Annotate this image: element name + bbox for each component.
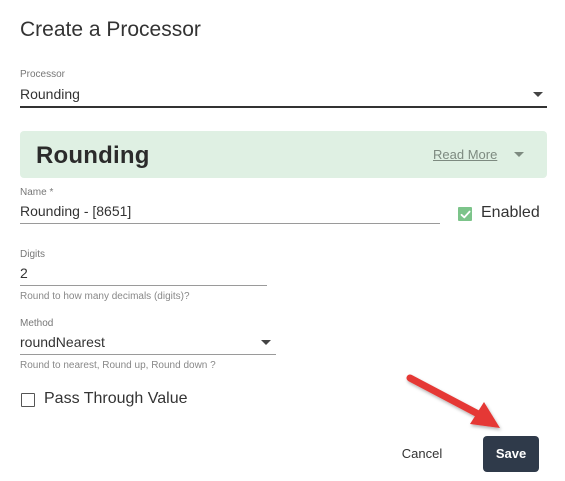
banner-title: Rounding — [36, 142, 150, 169]
name-underline — [20, 223, 440, 224]
method-value[interactable]: roundNearest — [20, 334, 105, 350]
enabled-label: Enabled — [481, 204, 540, 221]
save-button[interactable]: Save — [483, 436, 539, 472]
chevron-down-icon[interactable] — [533, 92, 543, 97]
pass-through-label: Pass Through Value — [44, 390, 188, 407]
processor-info-banner: Rounding Read More — [20, 131, 547, 178]
chevron-down-icon[interactable] — [261, 340, 271, 345]
dialog-title: Create a Processor — [20, 18, 201, 41]
check-icon — [460, 210, 471, 219]
cancel-button[interactable]: Cancel — [386, 438, 458, 470]
method-hint: Round to nearest, Round up, Round down ? — [20, 360, 216, 371]
chevron-down-icon[interactable] — [514, 152, 524, 157]
method-label: Method — [20, 318, 54, 329]
read-more-link[interactable]: Read More — [433, 147, 497, 162]
processor-underline — [20, 106, 547, 108]
arrow-pointer-icon — [406, 374, 500, 428]
processor-value[interactable]: Rounding — [20, 86, 80, 102]
enabled-checkbox[interactable] — [458, 207, 472, 221]
digits-underline — [20, 285, 267, 286]
pass-through-checkbox[interactable] — [21, 393, 35, 407]
digits-label: Digits — [20, 249, 46, 260]
digits-input[interactable]: 2 — [20, 265, 28, 281]
name-input[interactable]: Rounding - [8651] — [20, 203, 131, 219]
processor-label: Processor — [20, 69, 66, 80]
digits-hint: Round to how many decimals (digits)? — [20, 291, 190, 302]
name-label: Name * — [20, 187, 54, 198]
method-underline — [20, 354, 276, 355]
